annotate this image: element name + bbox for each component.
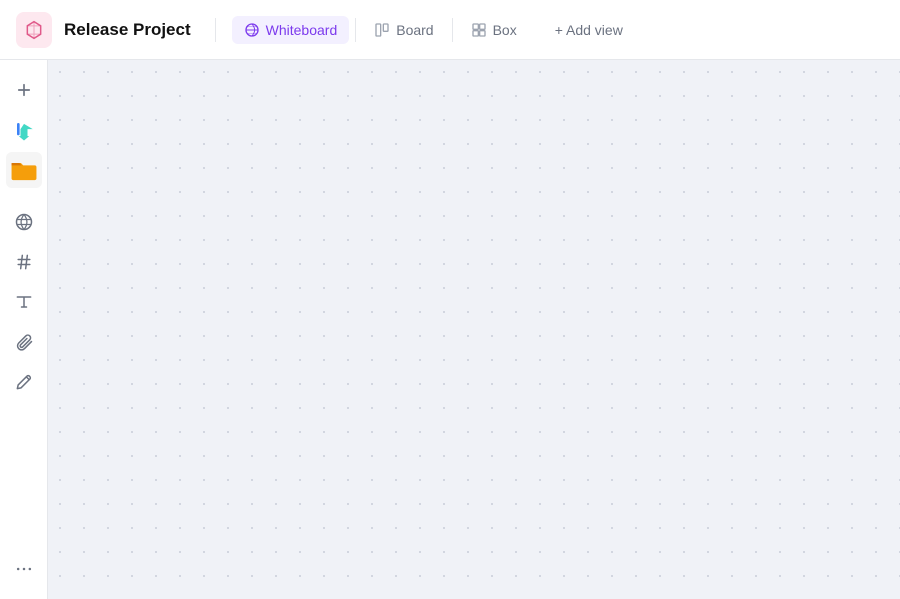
main-area [0,60,900,599]
tab-whiteboard-label: Whiteboard [266,22,338,38]
globe-tool-button[interactable] [6,204,42,240]
tab-whiteboard[interactable]: Whiteboard [232,16,350,44]
attachment-icon [14,332,34,352]
add-view-label: + Add view [555,22,623,38]
header-divider [215,18,216,42]
project-icon [16,12,52,48]
folder-icon [10,158,38,182]
more-icon [14,559,34,579]
header: Release Project Whiteboard [0,0,900,60]
draw-icon [14,372,34,392]
more-options-button[interactable] [6,551,42,587]
plus-icon [15,81,33,99]
tab-divider-1 [355,18,356,42]
project-title: Release Project [64,20,191,40]
nav-tabs: Whiteboard Board [232,16,529,44]
add-tool-button[interactable] [6,72,42,108]
globe-icon [14,212,34,232]
text-icon [14,292,34,312]
sidebar [0,60,48,599]
text-tool-button[interactable] [6,284,42,320]
draw-tool-button[interactable] [6,364,42,400]
cube-icon [24,20,44,40]
tab-box-label: Box [493,22,517,38]
tab-board-label: Board [396,22,433,38]
board-icon [374,22,390,38]
cursor-tool-button[interactable] [6,112,42,148]
add-view-button[interactable]: + Add view [545,16,633,44]
box-icon [471,22,487,38]
cursor-tool-icon [10,116,38,144]
attachment-tool-button[interactable] [6,324,42,360]
tab-box[interactable]: Box [459,16,529,44]
whiteboard-icon [244,22,260,38]
hashtag-icon [14,252,34,272]
folder-tool-button[interactable] [6,152,42,188]
tab-divider-2 [452,18,453,42]
whiteboard-canvas[interactable] [48,60,900,599]
tab-board[interactable]: Board [362,16,445,44]
hashtag-tool-button[interactable] [6,244,42,280]
